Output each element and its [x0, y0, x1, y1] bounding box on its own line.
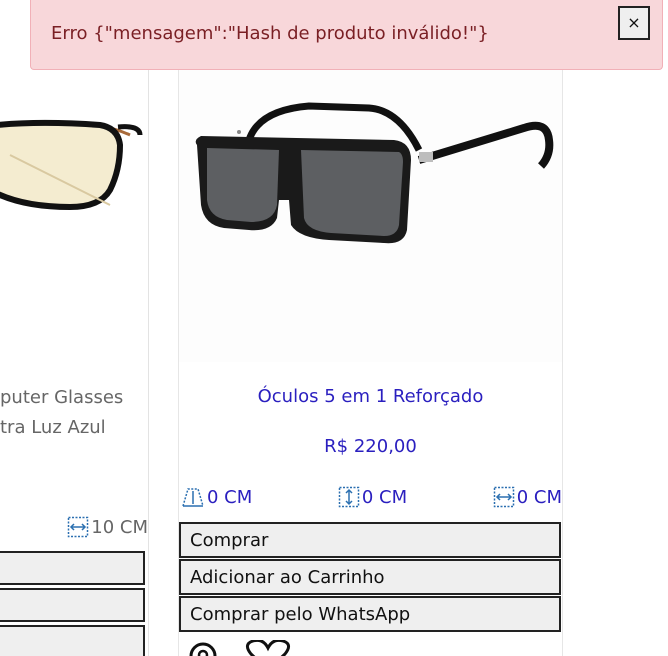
measures-row: 0 CM 0 CM 0 CM — [181, 486, 562, 508]
buy-button[interactable] — [0, 551, 145, 585]
product-card: Óculos 5 em 1 Reforçado R$ 220,00 0 CM 0 — [178, 0, 563, 656]
computer-glasses-image[interactable] — [0, 95, 149, 225]
buy-whatsapp-button[interactable] — [0, 625, 145, 656]
error-message: Erro {"mensagem":"Hash de produto inváli… — [51, 23, 489, 44]
location-pin-icon[interactable] — [187, 640, 219, 656]
height-measure: 0 CM — [338, 486, 407, 508]
height-value: 0 CM — [361, 486, 408, 508]
width-icon — [493, 486, 514, 508]
add-to-cart-button[interactable] — [0, 588, 145, 622]
close-alert-button[interactable]: × — [618, 6, 650, 40]
bridge-measure: 0 CM — [181, 486, 252, 508]
buy-button[interactable]: Comprar — [179, 522, 561, 558]
width-value: 0 CM — [516, 486, 562, 508]
card-actions — [187, 640, 291, 656]
width-measure: 10 CM — [67, 516, 148, 538]
product-name-line[interactable]: puter Glasses — [0, 387, 123, 408]
product-name-line[interactable]: tra Luz Azul — [0, 417, 106, 438]
heart-icon[interactable] — [245, 640, 291, 656]
error-alert: Erro {"mensagem":"Hash de produto inváli… — [30, 0, 663, 70]
bridge-icon — [182, 488, 204, 507]
buy-whatsapp-button[interactable]: Comprar pelo WhatsApp — [179, 596, 561, 632]
bridge-value: 0 CM — [207, 486, 253, 508]
product-card-partial: puter Glasses tra Luz Azul 10 CM — [0, 0, 149, 656]
width-value: 10 CM — [91, 516, 148, 538]
add-to-cart-button[interactable]: Adicionar ao Carrinho — [179, 559, 561, 595]
width-icon — [68, 516, 89, 538]
product-name-link[interactable]: Óculos 5 em 1 Reforçado — [179, 386, 562, 407]
height-icon — [338, 486, 360, 508]
product-listing-page: puter Glasses tra Luz Azul 10 CM Óculos … — [0, 0, 668, 656]
product-price: R$ 220,00 — [324, 436, 417, 457]
width-measure: 0 CM — [493, 486, 562, 508]
